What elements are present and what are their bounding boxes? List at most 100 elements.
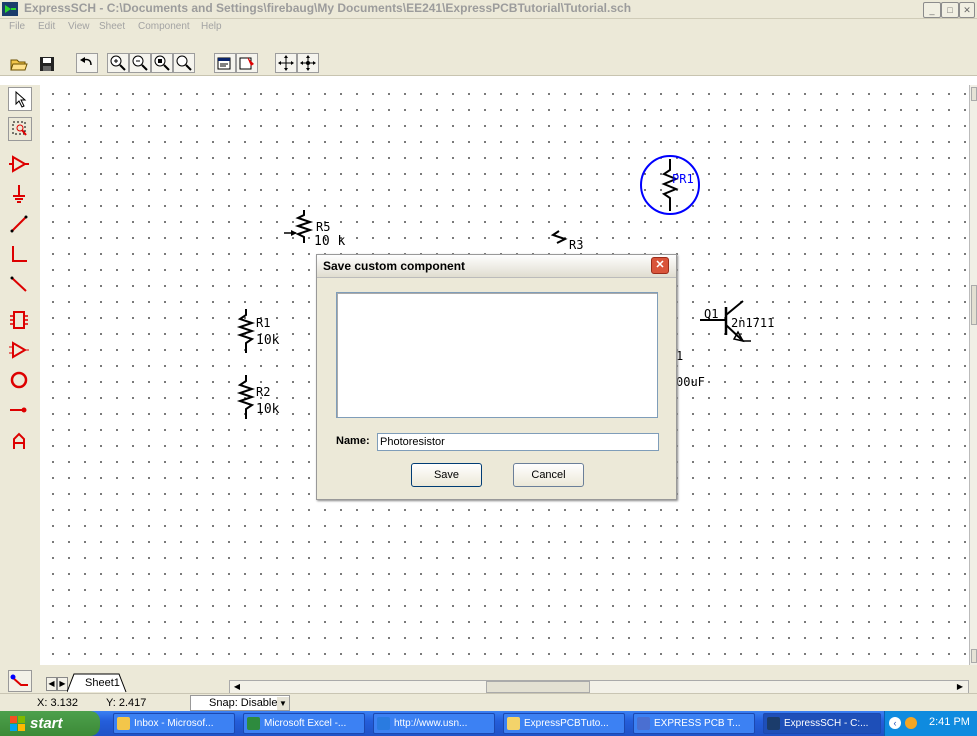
value-q1: 2n1711 xyxy=(731,316,775,330)
minimize-button[interactable]: _ xyxy=(923,2,941,18)
resistor-r3[interactable] xyxy=(550,230,568,244)
zoom-in-icon xyxy=(110,55,126,71)
menu-view[interactable]: View xyxy=(68,21,90,32)
center-icon xyxy=(300,55,316,71)
tray-expand-icon[interactable]: ‹ xyxy=(889,717,901,729)
buffer-tool[interactable] xyxy=(8,339,32,363)
task-label: http://www.usn... xyxy=(394,718,468,729)
save-button[interactable] xyxy=(37,55,59,75)
close-window-button[interactable]: ✕ xyxy=(959,2,975,18)
potentiometer-r5[interactable] xyxy=(284,210,314,243)
menu-help[interactable]: Help xyxy=(201,21,222,32)
windows-logo-icon xyxy=(10,716,25,731)
ic-tool[interactable] xyxy=(8,309,32,333)
window-title: ExpressSCH - C:\Documents and Settings\f… xyxy=(24,1,632,15)
dialog-close-button[interactable]: ✕ xyxy=(651,257,669,274)
task-inbox[interactable]: Inbox - Microsof... xyxy=(113,713,235,734)
properties-button[interactable] xyxy=(214,53,236,73)
clock: 2:41 PM xyxy=(929,716,970,728)
task-word[interactable]: EXPRESS PCB T... xyxy=(633,713,755,734)
dialog-title-bar[interactable]: Save custom component ✕ xyxy=(317,255,676,278)
circle-icon xyxy=(10,371,28,389)
tool-palette xyxy=(0,85,41,665)
scroll-left-arrow[interactable]: ◀ xyxy=(231,681,243,693)
menu-bar: File Edit View Sheet Component Help xyxy=(0,19,977,35)
connection-tool[interactable] xyxy=(8,670,32,692)
resistor-r2[interactable] xyxy=(236,375,256,419)
chevron-down-icon[interactable]: ▼ xyxy=(277,697,289,710)
ground-icon xyxy=(13,185,25,203)
component-tool[interactable] xyxy=(8,153,32,177)
value-r2: 10k xyxy=(256,402,280,417)
component-list-box[interactable] xyxy=(336,292,658,418)
save-button[interactable]: Save xyxy=(411,463,482,487)
start-button[interactable]: start xyxy=(0,711,100,736)
label-r3: R3 xyxy=(569,238,584,252)
label-q1: Q1 xyxy=(704,307,719,321)
properties-icon xyxy=(217,57,231,70)
zoom-area-button[interactable] xyxy=(151,53,173,73)
sheet-tab-sheet1[interactable]: Sheet1 xyxy=(85,677,120,689)
tab-prev-arrow[interactable]: ◀ xyxy=(46,677,57,691)
label-r5: R5 xyxy=(316,220,331,234)
select-area-icon xyxy=(12,121,27,136)
ground-tool[interactable] xyxy=(8,183,32,207)
maximize-button[interactable]: □ xyxy=(941,2,959,18)
zoom-area-icon xyxy=(154,55,170,71)
task-folder[interactable]: ExpressPCBTuto... xyxy=(503,713,625,734)
snap-select-value: Snap: Disabled xyxy=(209,697,284,709)
open-button[interactable] xyxy=(9,55,31,75)
corner-wire-tool[interactable] xyxy=(8,243,32,267)
name-input[interactable] xyxy=(377,433,659,451)
scroll-up-arrow[interactable] xyxy=(971,87,977,101)
triangle-component-icon xyxy=(9,155,29,173)
menu-file[interactable]: File xyxy=(9,21,25,32)
text-tool[interactable] xyxy=(8,431,32,455)
snap-select[interactable]: Snap: Disabled ▼ xyxy=(190,695,290,711)
pan-button[interactable] xyxy=(275,53,297,73)
cancel-button[interactable]: Cancel xyxy=(513,463,584,487)
wire-tool[interactable] xyxy=(8,213,32,237)
scroll-thumb[interactable] xyxy=(971,285,977,325)
zoom-out-button[interactable] xyxy=(129,53,151,73)
task-browser[interactable]: http://www.usn... xyxy=(373,713,495,734)
excel-icon xyxy=(247,717,260,730)
horizontal-scrollbar[interactable]: ◀ ▶ xyxy=(229,680,969,694)
resistor-r1[interactable] xyxy=(236,309,256,353)
status-x-coordinate: X: 3.132 xyxy=(37,697,78,709)
task-excel[interactable]: Microsoft Excel -... xyxy=(243,713,365,734)
value-r5: 10 k xyxy=(314,234,346,249)
circle-tool[interactable] xyxy=(8,369,32,393)
status-y-coordinate: Y: 2.417 xyxy=(106,697,147,709)
vertical-scrollbar[interactable] xyxy=(969,85,977,665)
word-icon xyxy=(637,717,650,730)
menu-component[interactable]: Component xyxy=(138,21,190,32)
menu-edit[interactable]: Edit xyxy=(38,21,55,32)
zoom-out-icon xyxy=(132,55,148,71)
value-r1: 10k xyxy=(256,333,280,348)
tray-app-icon[interactable] xyxy=(905,717,917,729)
open-icon xyxy=(10,59,28,71)
component-properties-button[interactable] xyxy=(236,53,258,73)
text-icon xyxy=(13,432,25,449)
select-area-tool[interactable] xyxy=(8,117,32,141)
pin-tool[interactable] xyxy=(8,399,32,423)
partial-label-1: 1 xyxy=(676,349,684,363)
zoom-fit-button[interactable] xyxy=(173,53,195,73)
pointer-icon xyxy=(15,90,27,108)
app-icon xyxy=(2,2,18,16)
label-pr1: PR1 xyxy=(672,172,694,186)
zoom-in-button[interactable] xyxy=(107,53,129,73)
scroll-down-arrow[interactable] xyxy=(971,649,977,663)
diagonal-wire-tool[interactable] xyxy=(8,273,32,297)
scroll-right-arrow[interactable]: ▶ xyxy=(954,681,966,693)
ic-chip-icon xyxy=(10,311,28,329)
center-button[interactable] xyxy=(297,53,319,73)
corner-wire-icon xyxy=(12,246,27,262)
task-expresssch[interactable]: ExpressSCH - C:... xyxy=(763,713,881,734)
horizontal-scroll-thumb[interactable] xyxy=(486,681,590,693)
undo-button[interactable] xyxy=(76,53,98,73)
pointer-tool[interactable] xyxy=(8,87,32,111)
menu-sheet[interactable]: Sheet xyxy=(99,21,125,32)
sheet-tab-bar: ◀ ▶ Sheet1 ◀ ▶ xyxy=(0,665,977,694)
